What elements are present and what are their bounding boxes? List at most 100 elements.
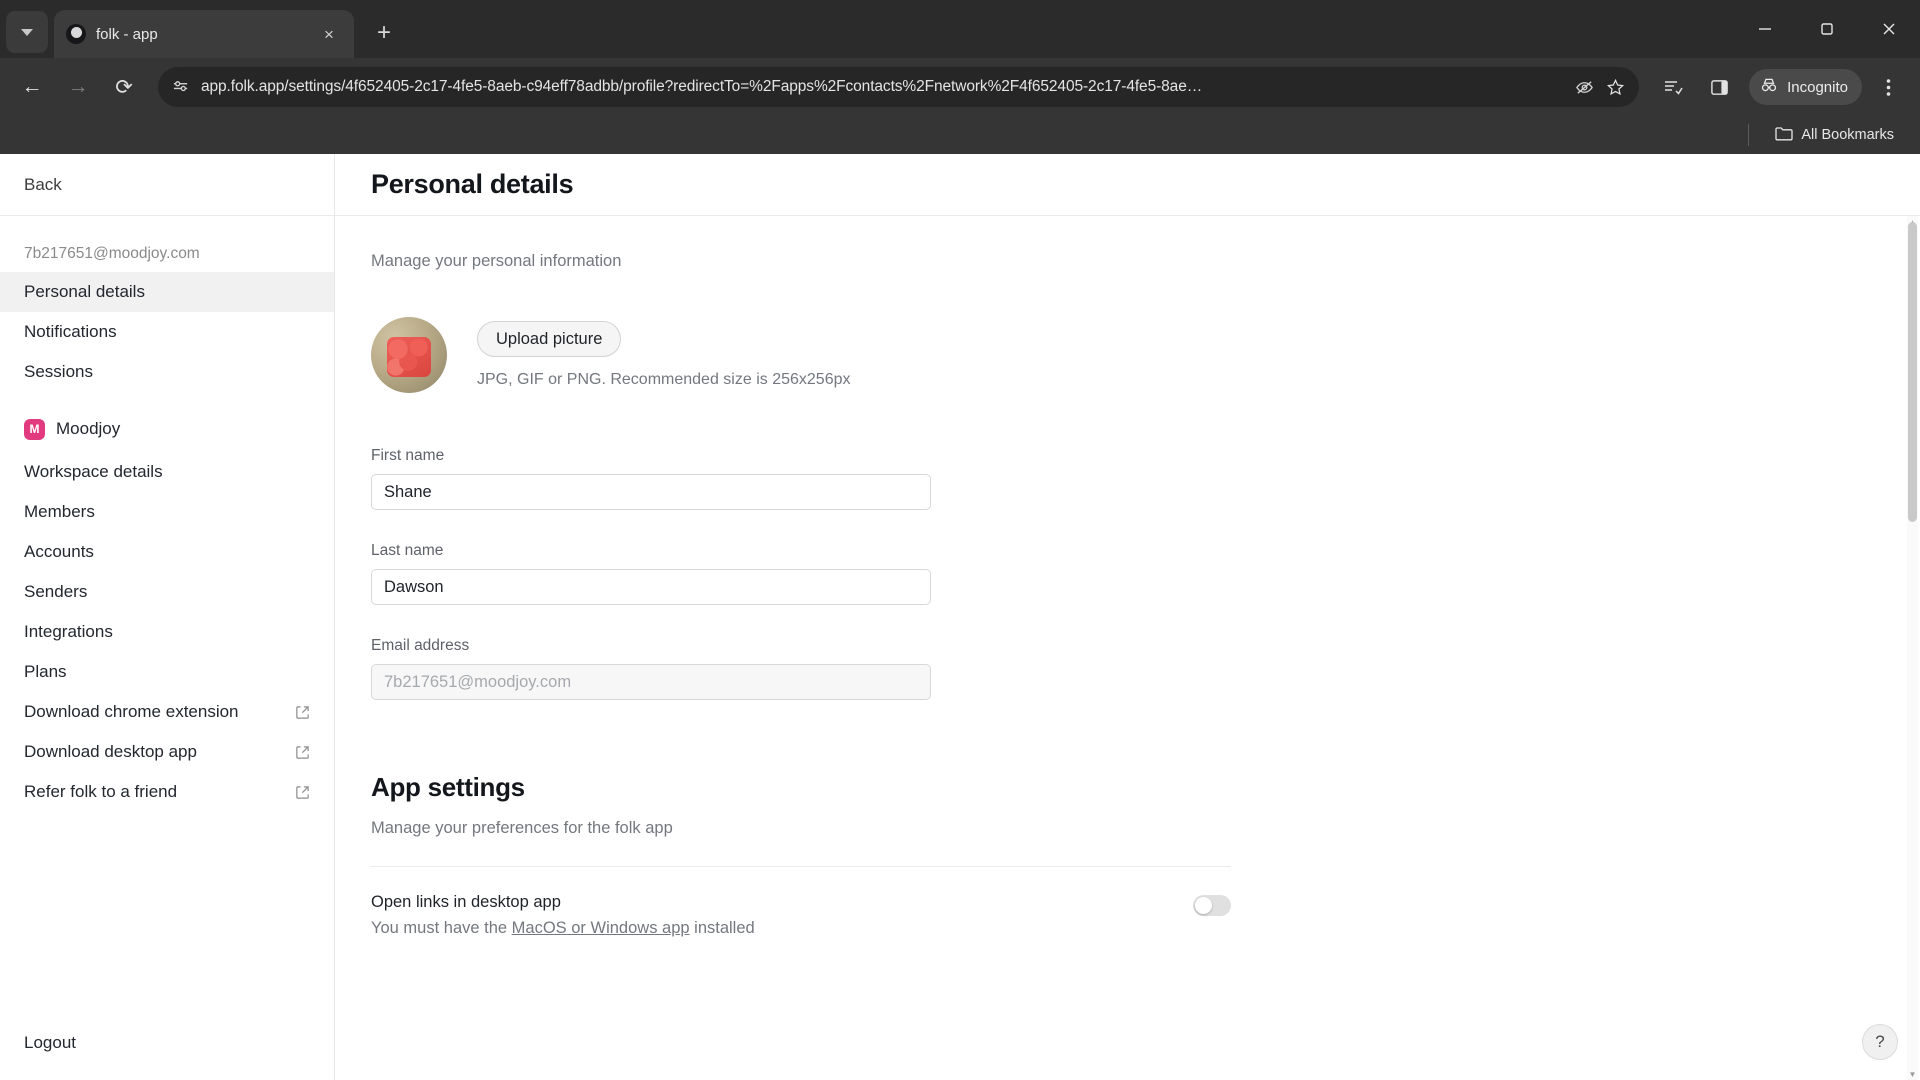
- external-link-icon: [295, 705, 310, 720]
- toggle-knob: [1195, 897, 1212, 914]
- scroll-down-arrow-icon[interactable]: ▼: [1907, 1068, 1918, 1080]
- address-bar[interactable]: app.folk.app/settings/4f652405-2c17-4fe5…: [158, 67, 1640, 107]
- avatar-section: Upload picture JPG, GIF or PNG. Recommen…: [371, 317, 1339, 393]
- setting-desc-after: installed: [689, 919, 755, 937]
- page-title: Personal details: [371, 169, 574, 199]
- setting-name: Open links in desktop app: [371, 893, 561, 911]
- sidebar-nav: 7b217651@moodjoy.com Personal details No…: [0, 216, 334, 1006]
- sidebar-item-label: Members: [24, 502, 95, 521]
- sidebar-item-label: Integrations: [24, 622, 113, 641]
- all-bookmarks-button[interactable]: All Bookmarks: [1767, 122, 1902, 149]
- sidebar-item-senders[interactable]: Senders: [0, 572, 334, 612]
- incognito-icon: [1759, 76, 1779, 98]
- settings-sidebar: Back 7b217651@moodjoy.com Personal detai…: [0, 154, 335, 1080]
- first-name-input[interactable]: Shane: [371, 474, 931, 510]
- sidebar-item-workspace-details[interactable]: Workspace details: [0, 452, 334, 492]
- content-header: Personal details: [335, 154, 1920, 216]
- field-label: Last name: [371, 542, 444, 559]
- avatar-image: [387, 336, 431, 377]
- tab-close-icon[interactable]: ×: [316, 21, 342, 47]
- chevron-down-icon: [21, 28, 33, 36]
- setting-row-open-links-desktop: Open links in desktop app You must have …: [371, 867, 1231, 938]
- browser-tab[interactable]: folk - app ×: [54, 10, 354, 58]
- logout-button[interactable]: Logout: [0, 1006, 334, 1080]
- forward-button[interactable]: →: [58, 67, 98, 107]
- page-settings-icon[interactable]: [172, 79, 189, 96]
- external-link-icon: [295, 745, 310, 760]
- page-subtitle: Manage your personal information: [371, 252, 622, 270]
- sidebar-item-label: Personal details: [24, 282, 145, 301]
- tab-search-button[interactable]: [6, 11, 48, 53]
- upload-hint: JPG, GIF or PNG. Recommended size is 256…: [477, 371, 851, 388]
- side-panel-icon[interactable]: [1699, 67, 1739, 107]
- sidebar-account-email: 7b217651@moodjoy.com: [24, 245, 200, 262]
- field-last-name: Last name Dawson: [371, 542, 931, 605]
- minimize-button[interactable]: [1734, 0, 1796, 58]
- back-link[interactable]: Back: [0, 154, 334, 216]
- reading-list-icon[interactable]: [1653, 67, 1693, 107]
- maximize-button[interactable]: [1796, 0, 1858, 58]
- workspace-header[interactable]: M Moodjoy: [0, 406, 334, 452]
- app-settings-subtitle: Manage your preferences for the folk app: [371, 819, 1231, 867]
- folk-favicon-icon: [66, 24, 86, 44]
- incognito-indicator[interactable]: Incognito: [1749, 69, 1862, 105]
- settings-content: Personal details Manage your personal in…: [335, 154, 1920, 1080]
- setting-desc-before: You must have the: [371, 919, 512, 937]
- field-email-address: Email address 7b217651@moodjoy.com: [371, 637, 931, 700]
- sidebar-item-download-chrome-extension[interactable]: Download chrome extension: [0, 692, 334, 732]
- window-controls: [1734, 0, 1920, 58]
- sidebar-item-label: Download desktop app: [24, 742, 197, 761]
- eye-off-icon[interactable]: [1575, 78, 1594, 97]
- email-input: 7b217651@moodjoy.com: [371, 664, 931, 700]
- sidebar-item-sessions[interactable]: Sessions: [0, 352, 334, 392]
- avatar[interactable]: [371, 317, 447, 393]
- sidebar-item-accounts[interactable]: Accounts: [0, 532, 334, 572]
- workspace-name: Moodjoy: [56, 419, 121, 438]
- upload-picture-button[interactable]: Upload picture: [477, 321, 622, 357]
- new-tab-button[interactable]: +: [364, 13, 404, 53]
- scrollbar-thumb[interactable]: [1908, 222, 1917, 522]
- page-body: Back 7b217651@moodjoy.com Personal detai…: [0, 154, 1920, 1080]
- field-label: Email address: [371, 637, 470, 654]
- sidebar-item-plans[interactable]: Plans: [0, 652, 334, 692]
- tab-strip: folk - app × +: [0, 0, 1920, 58]
- reload-button[interactable]: ⟳: [104, 67, 144, 107]
- sidebar-item-download-desktop-app[interactable]: Download desktop app: [0, 732, 334, 772]
- tab-title: folk - app: [96, 25, 158, 43]
- sidebar-item-label: Workspace details: [24, 462, 163, 481]
- content-scroll-area: Manage your personal information Upload …: [335, 216, 1920, 1080]
- sidebar-item-refer-folk[interactable]: Refer folk to a friend: [0, 772, 334, 812]
- macos-windows-app-link[interactable]: MacOS or Windows app: [512, 919, 690, 937]
- incognito-label: Incognito: [1787, 78, 1848, 96]
- sidebar-item-label: Sessions: [24, 362, 93, 381]
- all-bookmarks-label: All Bookmarks: [1801, 127, 1894, 143]
- field-label: First name: [371, 447, 445, 464]
- sidebar-item-label: Senders: [24, 582, 88, 601]
- star-icon[interactable]: [1606, 78, 1625, 97]
- help-button[interactable]: ?: [1862, 1024, 1898, 1060]
- bookmarks-bar: All Bookmarks: [0, 116, 1920, 154]
- back-button[interactable]: ←: [12, 67, 52, 107]
- content-scrollbar[interactable]: ▲ ▼: [1907, 216, 1918, 1080]
- workspace-badge: M: [24, 418, 45, 440]
- close-window-button[interactable]: [1858, 0, 1920, 58]
- open-links-desktop-toggle[interactable]: [1193, 895, 1231, 916]
- external-link-icon: [295, 785, 310, 800]
- folder-icon: [1775, 126, 1793, 145]
- bookmarks-divider: [1748, 124, 1750, 146]
- sidebar-item-label: Download chrome extension: [24, 702, 239, 721]
- three-dot-menu-icon[interactable]: [1868, 67, 1908, 107]
- browser-toolbar: ← → ⟳ app.folk.app/settings/4f652405-2c1…: [0, 58, 1920, 116]
- sidebar-item-personal-details[interactable]: Personal details: [0, 272, 334, 312]
- sidebar-item-label: Notifications: [24, 322, 117, 341]
- last-name-input[interactable]: Dawson: [371, 569, 931, 605]
- sidebar-item-label: Refer folk to a friend: [24, 782, 178, 801]
- setting-description: You must have the MacOS or Windows app i…: [371, 919, 755, 938]
- sidebar-item-label: Accounts: [24, 542, 94, 561]
- browser-window: folk - app × + ← → ⟳ app.folk.app/settin…: [0, 0, 1920, 1080]
- sidebar-item-notifications[interactable]: Notifications: [0, 312, 334, 352]
- sidebar-item-integrations[interactable]: Integrations: [0, 612, 334, 652]
- sidebar-item-members[interactable]: Members: [0, 492, 334, 532]
- sidebar-item-label: Plans: [24, 662, 67, 681]
- field-first-name: First name Shane: [371, 447, 931, 510]
